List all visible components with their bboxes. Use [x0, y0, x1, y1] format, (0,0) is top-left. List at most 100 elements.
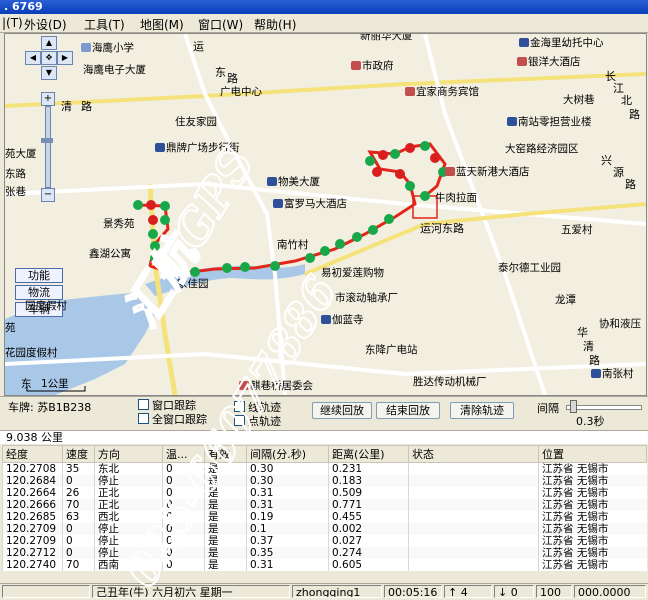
cell-distance: 0.605 — [328, 559, 409, 571]
cell-temperature: 0 — [162, 487, 205, 499]
table-row[interactable]: 120.2666 70 正北 0 是 0.31 0.771 江苏省 无锡市 — [2, 499, 647, 511]
poi-label: 南竹村 — [277, 239, 309, 251]
col-location[interactable]: 位置 — [538, 445, 647, 463]
pan-right-button[interactable]: ▶ — [57, 51, 73, 65]
pan-down-button[interactable]: ▼ — [41, 66, 57, 80]
menu-item-window[interactable]: 窗口(W) — [198, 16, 243, 33]
cell-temperature: 0 — [162, 499, 205, 511]
menu-item-peripherals[interactable]: 外设(D) — [24, 16, 67, 33]
point-track-checkbox[interactable] — [234, 415, 245, 426]
cell-status — [408, 475, 539, 487]
cell-location: 江苏省 无锡市 — [538, 487, 647, 499]
table-row[interactable]: 120.2685 63 西北 0 是 0.19 0.455 江苏省 无锡市 — [2, 511, 647, 523]
window-track-checkbox[interactable] — [138, 399, 149, 410]
route-marker — [390, 149, 400, 159]
table-row[interactable]: 120.2709 0 停止 0 是 0.37 0.027 江苏省 无锡市 — [2, 535, 647, 547]
table-row[interactable]: 120.2712 0 停止 0 是 0.35 0.274 江苏省 无锡市 — [2, 547, 647, 559]
cell-direction: 西北 — [94, 511, 163, 523]
col-longitude[interactable]: 经度 — [2, 445, 63, 463]
continue-playback-button[interactable]: 继续回放 — [312, 402, 372, 419]
poi-label: 泰尔德工业园 — [498, 262, 561, 274]
cell-direction: 正北 — [94, 499, 163, 511]
cell-speed: 70 — [62, 499, 95, 511]
table-row[interactable]: 120.2709 0 停止 0 是 0.1 0.002 江苏省 无锡市 — [2, 523, 647, 535]
map-view[interactable]: ▲ ◀ ✥ ▶ ▼ + − 功能 物流 车辆 海鹰小学 海鹰电子大厦 运 东 路… — [4, 33, 647, 396]
poi-label: 伽蓝寺 — [321, 312, 364, 327]
function-button[interactable]: 功能 — [15, 268, 63, 283]
zoom-slider-thumb[interactable] — [41, 138, 53, 143]
road-label: 东 — [215, 66, 226, 79]
zoom-slider[interactable] — [45, 106, 51, 188]
cell-speed: 0 — [62, 523, 95, 535]
compass-label: 东 — [21, 378, 32, 390]
route-marker — [160, 215, 170, 225]
col-temperature[interactable]: 温... — [162, 445, 205, 463]
poi-label: 富罗马大酒店 — [273, 196, 347, 211]
road-label: 运河东路 — [420, 222, 464, 235]
poi-label: 易初爱莲购物 — [321, 267, 384, 279]
poi-label: 花园度假村 — [5, 347, 58, 359]
table-row[interactable]: 120.2664 26 正北 0 是 0.31 0.509 江苏省 无锡市 — [2, 487, 647, 499]
status-up-count: ↑ 4 — [444, 585, 492, 598]
cell-longitude: 120.2709 — [2, 535, 63, 547]
col-interval[interactable]: 间隔(分.秒) — [246, 445, 329, 463]
poi-label: 苑大厦 — [5, 148, 37, 160]
poi-label: 胜达传动机械厂 — [413, 376, 487, 388]
point-track-option[interactable]: 点轨迹 — [234, 413, 281, 429]
route-marker — [420, 191, 430, 201]
title-bar: . 6769 — [0, 0, 648, 14]
route-marker — [368, 225, 378, 235]
col-speed[interactable]: 速度 — [62, 445, 95, 463]
pan-center-button[interactable]: ✥ — [41, 51, 57, 65]
interval-slider-thumb[interactable] — [570, 400, 577, 413]
table-row[interactable]: 120.2684 0 停止 0 是 0.30 0.183 江苏省 无锡市 — [2, 475, 647, 487]
menu-item-map[interactable]: 地图(M) — [140, 16, 184, 33]
menu-item-tools[interactable]: 工具(T) — [84, 16, 125, 33]
line-track-checkbox[interactable] — [234, 401, 245, 412]
poi-label: 龙潭 — [555, 294, 576, 306]
status-user: zhongqing1 — [292, 585, 382, 598]
poi-label: 鼎牌广场步行街 — [155, 140, 240, 155]
zoom-out-button[interactable]: − — [41, 188, 55, 202]
route-marker — [352, 232, 362, 242]
menu-item-help[interactable]: 帮助(H) — [254, 16, 296, 33]
full-window-track-option[interactable]: 全窗口跟踪 — [138, 411, 207, 427]
col-direction[interactable]: 方向 — [94, 445, 163, 463]
pan-left-button[interactable]: ◀ — [25, 51, 41, 65]
table-row[interactable]: 120.2740 70 西南 0 是 0.31 0.605 江苏省 无锡市 — [2, 559, 647, 571]
col-valid[interactable]: 有效 — [204, 445, 247, 463]
route-marker — [405, 143, 415, 153]
scale-label: 1公里 — [41, 378, 69, 390]
cell-interval: 0.30 — [246, 475, 329, 487]
cell-direction: 停止 — [94, 535, 163, 547]
cell-interval: 0.31 — [246, 487, 329, 499]
zoom-in-button[interactable]: + — [41, 92, 55, 106]
end-playback-button[interactable]: 结束回放 — [376, 402, 440, 419]
cell-location: 江苏省 无锡市 — [538, 462, 647, 475]
cell-direction: 停止 — [94, 547, 163, 559]
full-window-track-checkbox[interactable] — [138, 413, 149, 424]
road-label: 清 — [61, 100, 72, 113]
poi-label: 物美大厦 — [267, 174, 320, 189]
cell-longitude: 120.2708 — [2, 462, 63, 475]
cell-longitude: 120.2666 — [2, 499, 63, 511]
cell-location: 江苏省 无锡市 — [538, 475, 647, 487]
table-row[interactable]: 120.2708 35 东北 0 是 0.30 0.231 江苏省 无锡市 — [2, 462, 647, 475]
poi-label: 牛肉拉面 — [435, 192, 477, 204]
cell-status — [408, 487, 539, 499]
menu-item-file[interactable]: |(T) — [2, 16, 23, 30]
cell-temperature: 0 — [162, 475, 205, 487]
cell-status — [408, 547, 539, 559]
interval-slider[interactable] — [566, 405, 642, 410]
col-distance[interactable]: 距离(公里) — [328, 445, 409, 463]
clear-track-button[interactable]: 清除轨迹 — [450, 402, 514, 419]
road-label: 路 — [81, 100, 92, 113]
poi-label: 大窑路经济园区 — [505, 143, 579, 155]
status-empty — [2, 585, 90, 598]
poi-label: 银洋大酒店 — [517, 54, 581, 69]
cell-longitude: 120.2740 — [2, 559, 63, 571]
col-status[interactable]: 状态 — [408, 445, 539, 463]
cell-valid: 是 — [204, 487, 247, 499]
pan-up-button[interactable]: ▲ — [41, 36, 57, 50]
cell-interval: 0.1 — [246, 523, 329, 535]
